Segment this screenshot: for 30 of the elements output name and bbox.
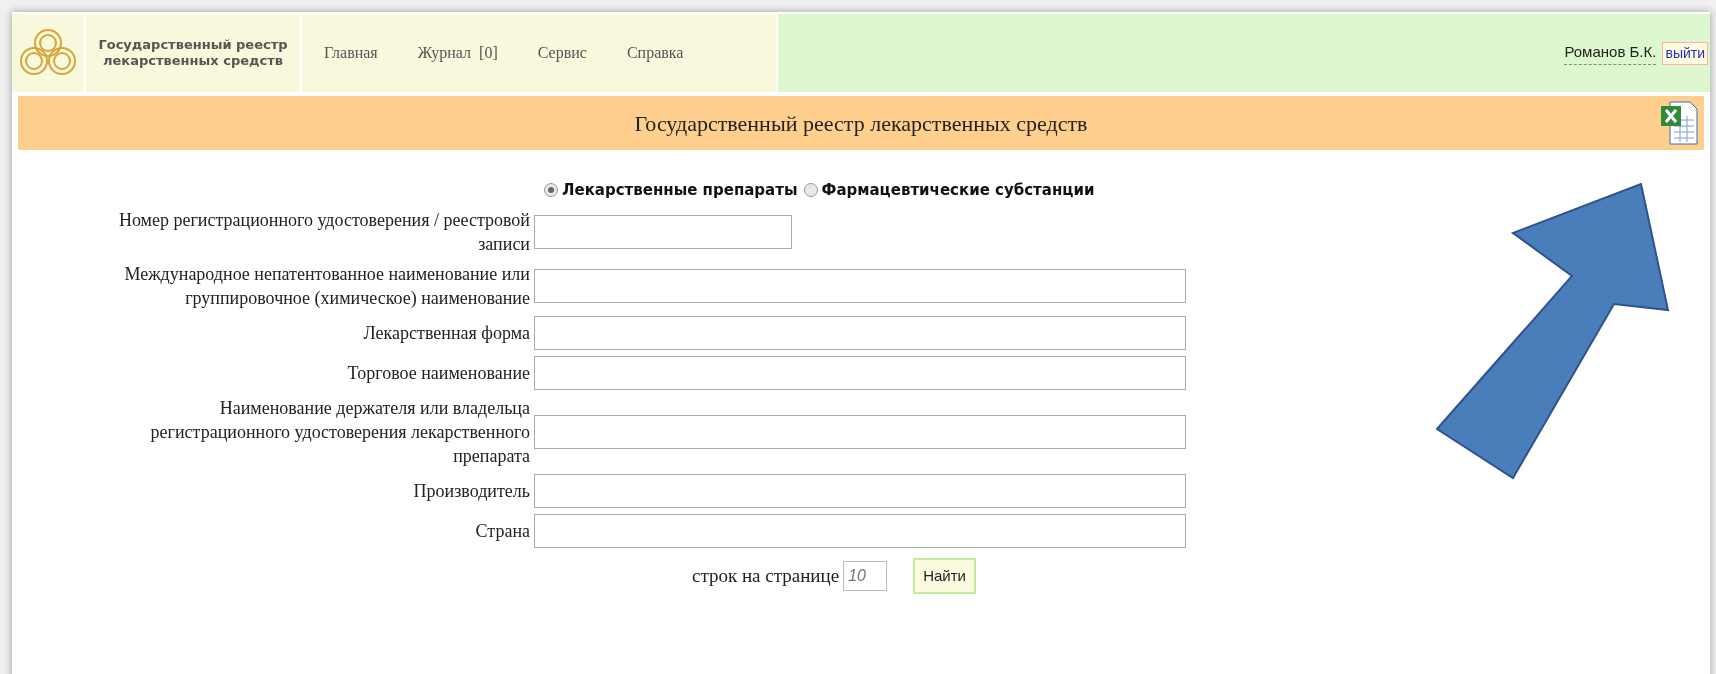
user-name-link[interactable]: Романов Б.К. [1564, 41, 1657, 65]
spreadsheet-icon[interactable] [1660, 100, 1698, 146]
field-label: Номер регистрационного удостоверения / реестровой записи [117, 209, 530, 256]
text-field[interactable] [534, 474, 1186, 508]
nav-link[interactable]: Журнал [0] [417, 41, 498, 65]
site-title: Государственный реестр лекарственных средств [97, 36, 289, 70]
field-label: Торговое наименование [346, 362, 530, 385]
search-button[interactable]: Найти [913, 558, 976, 594]
text-field[interactable] [534, 215, 792, 249]
text-field[interactable] [534, 415, 1186, 449]
text-field[interactable] [534, 316, 1186, 350]
radio-label: Лекарственные препараты [562, 179, 798, 201]
text-field[interactable] [534, 269, 1186, 303]
field-label: Лекарственная форма [362, 322, 530, 345]
field-label: Производитель [412, 480, 530, 503]
rows-per-page-label: строк на странице [692, 563, 840, 588]
nav-link[interactable]: Сервис [537, 41, 587, 65]
text-field[interactable] [534, 356, 1186, 390]
page-title: Государственный реестр лекарственных средств [634, 109, 1088, 138]
text-field[interactable] [534, 514, 1186, 548]
field-label: Страна [474, 520, 530, 543]
logout-link[interactable]: выйти [1662, 41, 1708, 65]
radio-button[interactable] [544, 183, 558, 197]
field-label: Наименование держателя или владельца регистрационного удостоверения лекарственного препарата [149, 397, 530, 468]
nav-link[interactable]: Справка [626, 41, 684, 65]
radio-button[interactable] [803, 183, 818, 197]
rows-per-page-field[interactable]: 10 [843, 561, 888, 591]
radio-label: Фармацевтические субстанции [821, 179, 1095, 201]
field-label: Международное непатентованное наименование или группировочное (химическое) наименование [123, 263, 530, 310]
nav-link[interactable]: Главная [324, 41, 378, 65]
